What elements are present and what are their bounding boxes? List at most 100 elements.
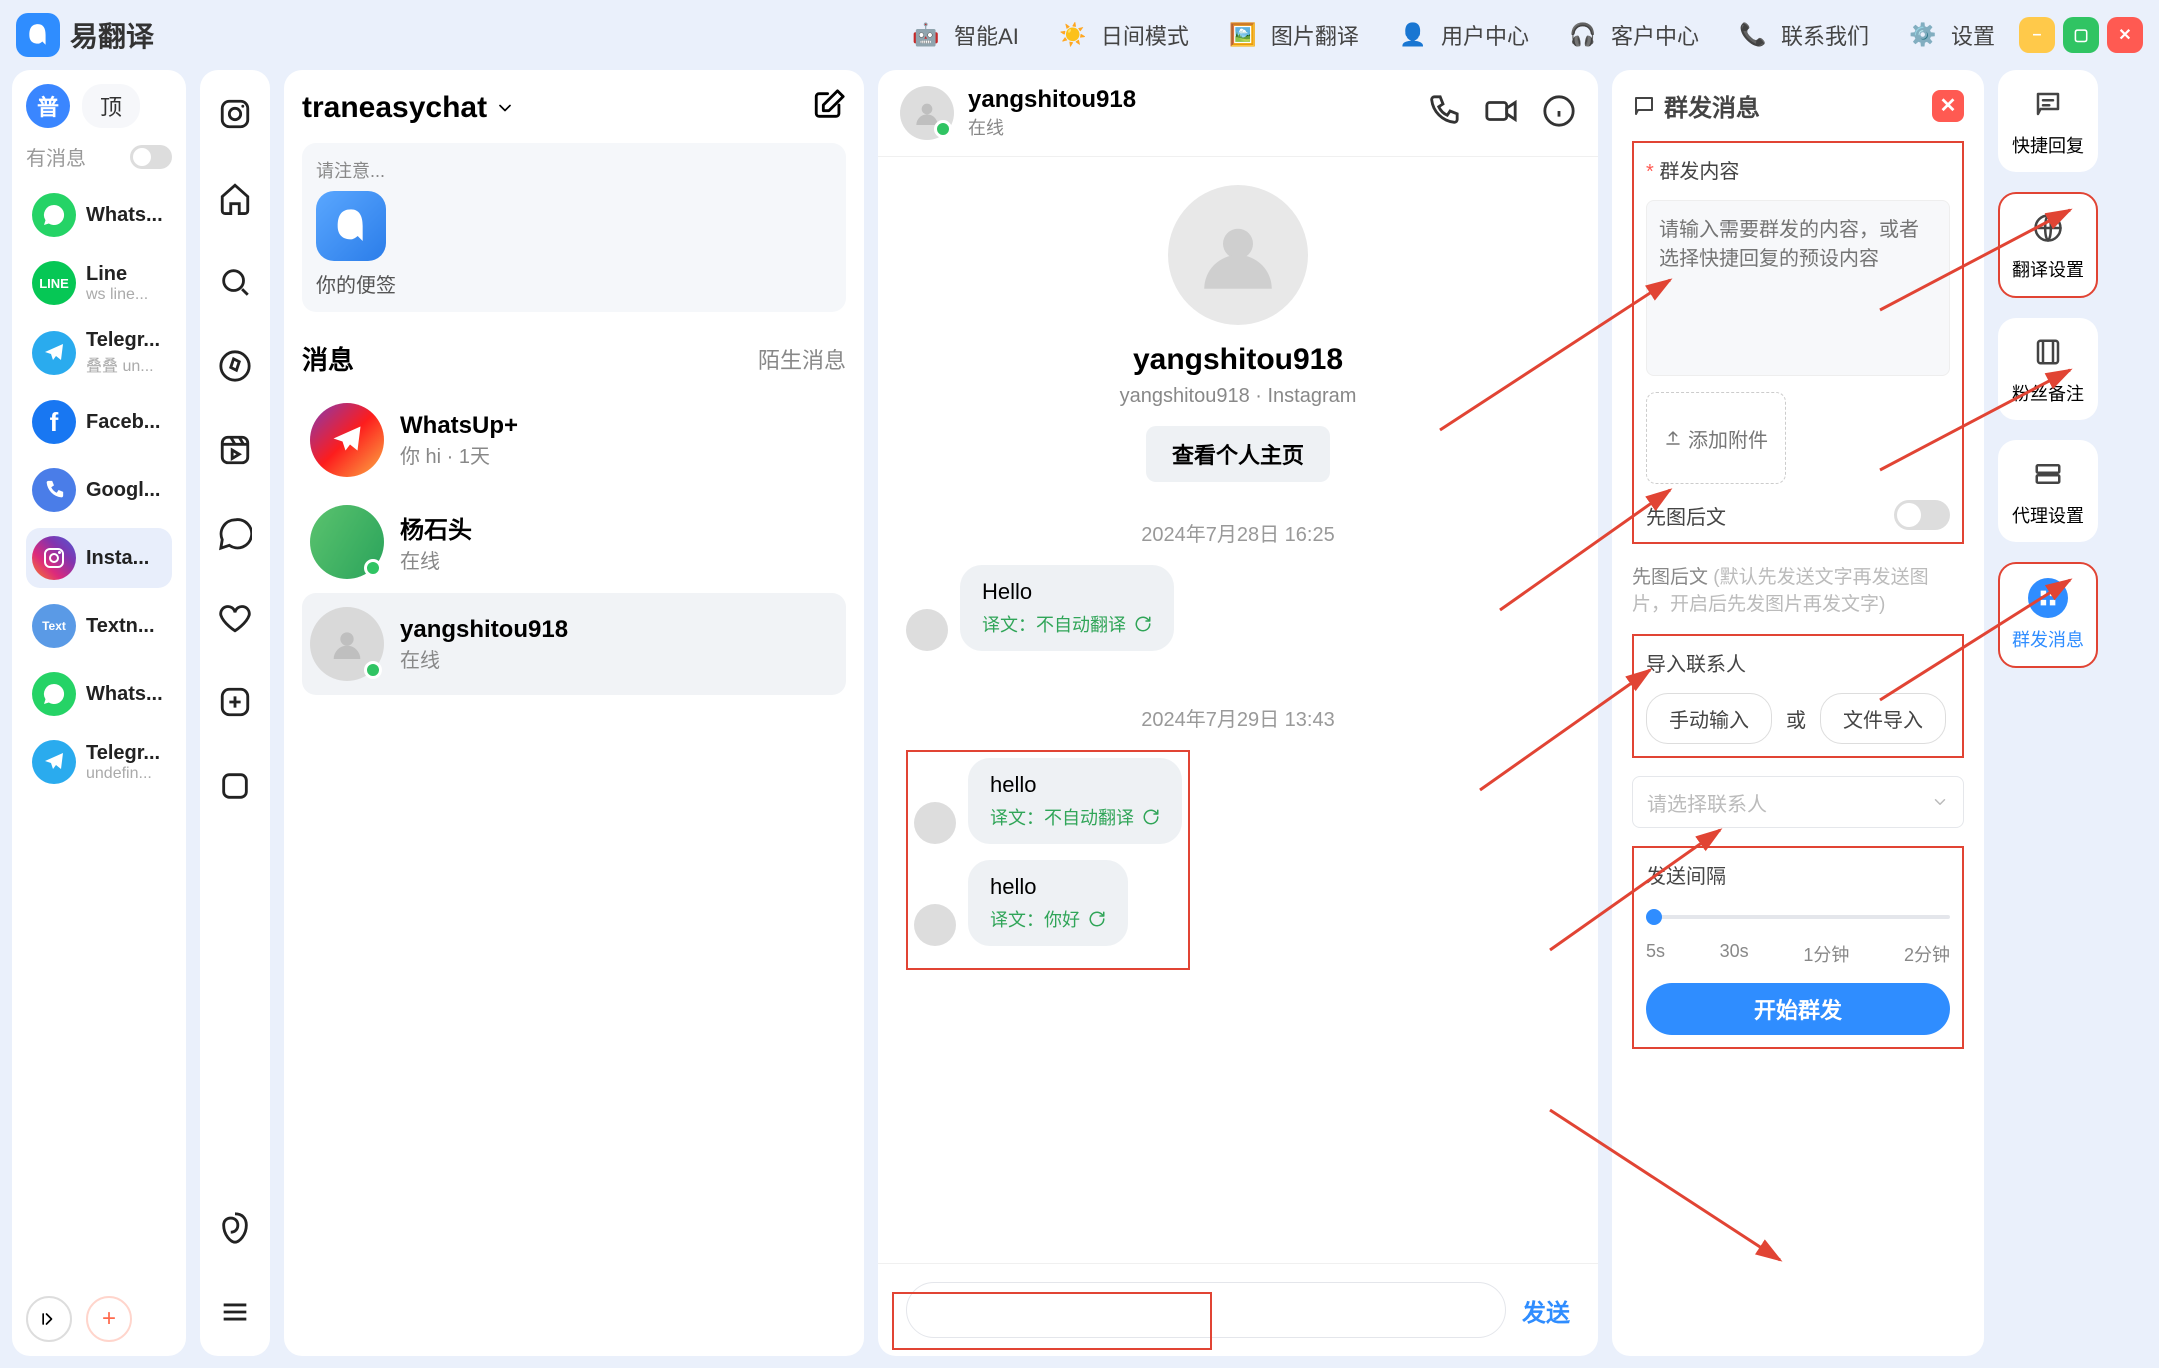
nav-contact-us[interactable]: 📞 联系我们: [1735, 17, 1869, 53]
app-name: 易翻译: [70, 15, 154, 55]
chat-item[interactable]: 杨石头在线: [302, 491, 846, 593]
rail-profile-icon[interactable]: [215, 766, 255, 806]
interval-slider[interactable]: [1646, 915, 1950, 919]
account-telegram-2[interactable]: Telegr...undefin...: [26, 732, 172, 792]
chat-item-sub: 在线: [400, 545, 472, 574]
nav-service-center[interactable]: 🎧 客户中心: [1565, 17, 1699, 53]
conversation-body[interactable]: yangshitou918 yangshitou918 · Instagram …: [878, 157, 1598, 1263]
window-maximize[interactable]: ▢: [2063, 17, 2099, 53]
nav-day-mode[interactable]: ☀️ 日间模式: [1055, 17, 1189, 53]
refresh-icon[interactable]: [1134, 615, 1152, 633]
globe-icon: [2028, 208, 2068, 248]
account-whatsapp[interactable]: Whats...: [26, 185, 172, 245]
refresh-icon[interactable]: [1142, 808, 1160, 826]
account-whatsapp-2[interactable]: Whats...: [26, 664, 172, 724]
refresh-icon[interactable]: [1088, 910, 1106, 928]
account-telegram[interactable]: Telegr...叠叠 un...: [26, 321, 172, 384]
line-icon: LINE: [32, 261, 76, 305]
video-button[interactable]: [1484, 94, 1518, 133]
rail-explore-icon[interactable]: [215, 346, 255, 386]
rrail-label: 代理设置: [2012, 502, 2084, 528]
rrail-label: 翻译设置: [2012, 256, 2084, 282]
message-row: hello 译文：你好: [914, 860, 1182, 946]
nav-user-center-label: 用户中心: [1441, 19, 1529, 51]
top-bar: 易翻译 🤖 智能AI ☀️ 日间模式 🖼️ 图片翻译 👤 用户中心 🎧 客户中心…: [0, 0, 2159, 70]
rail-threads-icon[interactable]: [215, 1208, 255, 1248]
image-first-toggle[interactable]: [1894, 500, 1950, 530]
rail-messages-icon[interactable]: [215, 514, 255, 554]
account-textnow[interactable]: Text Textn...: [26, 596, 172, 656]
window-close[interactable]: ✕: [2107, 17, 2143, 53]
contact-select[interactable]: 请选择联系人: [1632, 776, 1964, 828]
chat-item-name: 杨石头: [400, 510, 472, 545]
rrail-translate-settings[interactable]: 翻译设置: [1998, 192, 2098, 298]
account-instagram[interactable]: Insta...: [26, 528, 172, 588]
whatsapp-icon: [32, 193, 76, 237]
has-message-toggle[interactable]: [130, 145, 172, 169]
rail-create-icon[interactable]: [215, 682, 255, 722]
view-profile-button[interactable]: 查看个人主页: [1146, 426, 1330, 482]
rrail-broadcast[interactable]: 群发消息: [1998, 562, 2098, 668]
account-google[interactable]: Googl...: [26, 460, 172, 520]
info-button[interactable]: [1542, 94, 1576, 133]
rrail-proxy-settings[interactable]: 代理设置: [1998, 440, 2098, 542]
file-import-button[interactable]: 文件导入: [1820, 693, 1946, 744]
rail-home-icon[interactable]: [215, 178, 255, 218]
message-translation: 译文：不自动翻译: [990, 804, 1160, 830]
notes-icon: [2028, 332, 2068, 372]
window-minimize[interactable]: –: [2019, 17, 2055, 53]
message-bubble[interactable]: hello 译文：不自动翻译: [968, 758, 1182, 844]
send-button[interactable]: 发送: [1522, 1293, 1570, 1328]
rail-instagram-icon[interactable]: [215, 94, 255, 134]
instagram-rail: [200, 70, 270, 1356]
call-button[interactable]: [1426, 94, 1460, 133]
account-line[interactable]: LINE Linews line...: [26, 253, 172, 313]
chat-item[interactable]: yangshitou918在线: [302, 593, 846, 695]
section-stranger[interactable]: 陌生消息: [758, 343, 846, 375]
broadcast-close-button[interactable]: ✕: [1932, 90, 1964, 122]
note-small: 请注意...: [316, 157, 832, 183]
account-top-button[interactable]: 顶: [82, 84, 140, 128]
quick-reply-icon: [2028, 84, 2068, 124]
note-icon: [316, 191, 386, 261]
accounts-top: 普 顶: [26, 84, 172, 128]
add-account-button[interactable]: +: [86, 1296, 132, 1342]
account-facebook[interactable]: f Faceb...: [26, 392, 172, 452]
nav-image-trans[interactable]: 🖼️ 图片翻译: [1225, 17, 1359, 53]
rail-search-icon[interactable]: [215, 262, 255, 302]
nav-ai[interactable]: 🤖 智能AI: [908, 17, 1019, 53]
rail-heart-icon[interactable]: [215, 598, 255, 638]
note-section[interactable]: 请注意... 你的便签: [302, 143, 846, 312]
rrail-fan-notes[interactable]: 粉丝备注: [1998, 318, 2098, 420]
nav-settings[interactable]: ⚙️ 设置: [1905, 17, 1995, 53]
rrail-label: 快捷回复: [2012, 132, 2084, 158]
broadcast-attach-button[interactable]: 添加附件: [1646, 392, 1786, 484]
nav-user-center[interactable]: 👤 用户中心: [1395, 17, 1529, 53]
accounts-filter: 有消息: [26, 142, 172, 171]
conversation-actions: [1426, 94, 1576, 133]
broadcast-textarea[interactable]: [1646, 200, 1950, 376]
message-bubble[interactable]: hello 译文：你好: [968, 860, 1128, 946]
profile-name: yangshitou918: [1133, 343, 1343, 377]
upload-icon: [1664, 429, 1682, 447]
compose-button[interactable]: [812, 88, 846, 127]
slider-handle[interactable]: [1646, 909, 1662, 925]
manual-input-button[interactable]: 手动输入: [1646, 693, 1772, 744]
telegram-icon: [32, 331, 76, 375]
collapse-button[interactable]: [26, 1296, 72, 1342]
start-broadcast-button[interactable]: 开始群发: [1646, 983, 1950, 1035]
rail-menu-icon[interactable]: [215, 1292, 255, 1332]
chat-avatar: [310, 505, 384, 579]
chat-item[interactable]: WhatsUp+你 hi · 1天: [302, 389, 846, 491]
account-sub: undefin...: [86, 765, 160, 783]
accounts-column: 普 顶 有消息 Whats... LINE Linews line... Tel…: [12, 70, 186, 1356]
conversation-avatar[interactable]: [900, 86, 954, 140]
account-name: Insta...: [86, 547, 149, 570]
message-bubble[interactable]: Hello 译文：不自动翻译: [960, 565, 1174, 651]
chatlist-title[interactable]: traneasychat: [302, 91, 515, 125]
contact-select-placeholder: 请选择联系人: [1647, 788, 1767, 817]
nav-image-trans-label: 图片翻译: [1271, 19, 1359, 51]
rail-reels-icon[interactable]: [215, 430, 255, 470]
right-rail: 快捷回复 翻译设置 粉丝备注 代理设置 群发消息: [1998, 70, 2098, 1356]
rrail-quick-reply[interactable]: 快捷回复: [1998, 70, 2098, 172]
